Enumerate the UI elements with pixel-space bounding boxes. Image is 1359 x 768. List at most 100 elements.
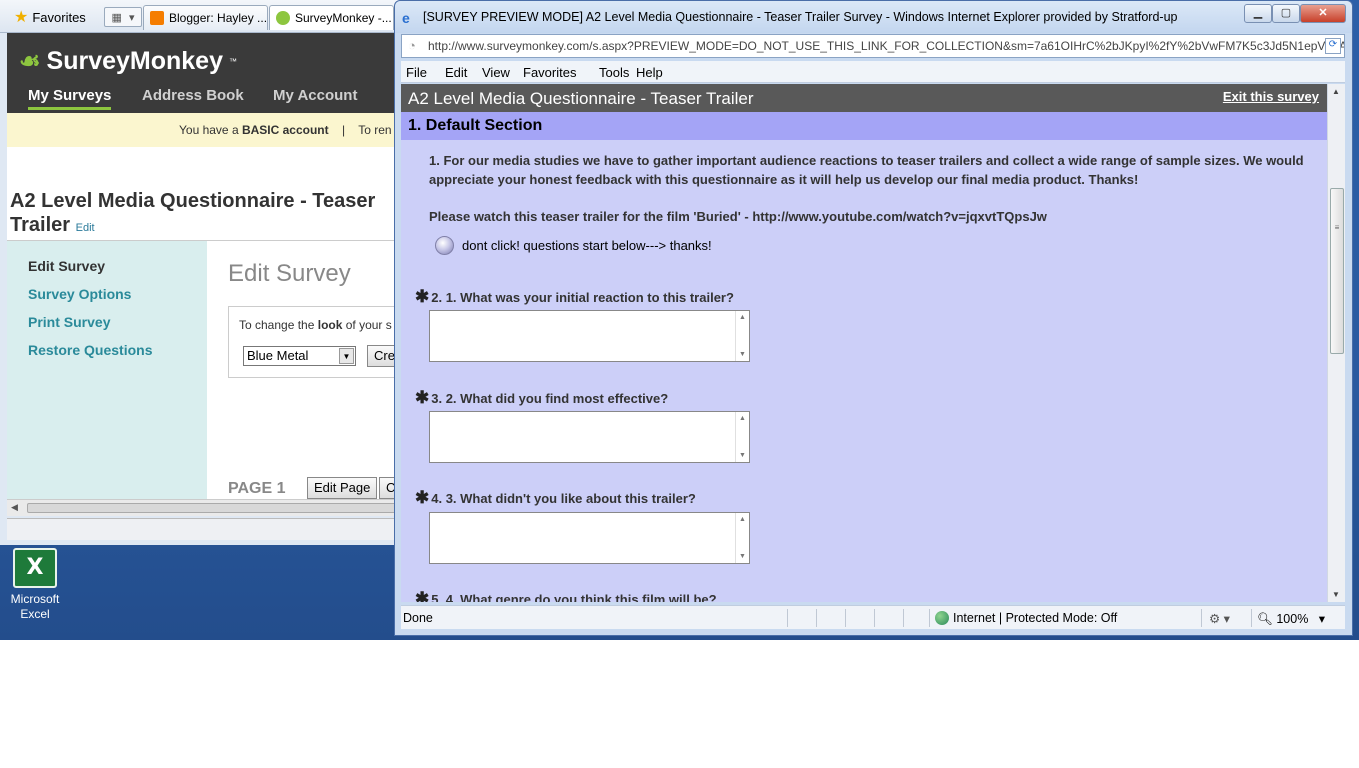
tab-blogger[interactable]: Blogger: Hayley ... (143, 5, 268, 30)
scroll-left-icon[interactable]: ◀ (11, 502, 18, 513)
trailer-instructions: Please watch this teaser trailer for the… (429, 209, 1047, 224)
address-bar[interactable]: ◔ http://www.surveymonkey.com/s.aspx?PRE… (401, 34, 1345, 58)
menu-tools[interactable]: Tools (599, 65, 629, 80)
answer-textarea-q3[interactable]: ▲ ▼ (429, 411, 750, 463)
divider (787, 609, 788, 627)
tab-surveymonkey[interactable]: SurveyMonkey -... (269, 5, 394, 30)
scroll-down-icon[interactable]: ▼ (1332, 590, 1340, 599)
sidebar-item-print-survey[interactable]: Print Survey (28, 314, 110, 330)
page-label: PAGE 1 (228, 480, 286, 497)
menu-edit[interactable]: Edit (445, 65, 467, 80)
divider (845, 609, 846, 627)
theme-value: Blue Metal (247, 348, 309, 363)
account-notice: You have a BASIC account | To ren (7, 113, 400, 147)
zoom-control[interactable]: 🔍︎ 100% ▾ (1257, 611, 1325, 627)
textarea-scrollbar[interactable]: ▲ ▼ (735, 513, 749, 563)
globe-icon (935, 611, 949, 625)
ie-window[interactable]: e [SURVEY PREVIEW MODE] A2 Level Media Q… (394, 0, 1353, 636)
menu-file[interactable]: File (406, 65, 427, 80)
nav-address-book[interactable]: Address Book (142, 87, 244, 104)
minimize-button[interactable]: ▁ (1244, 4, 1272, 23)
maximize-button[interactable]: ▢ (1272, 4, 1300, 23)
survey-page-title: A2 Level Media Questionnaire - Teaser Tr… (408, 89, 754, 108)
edit-page-button[interactable]: Edit Page (307, 477, 378, 499)
answer-textarea-q4[interactable]: ▲ ▼ (429, 512, 750, 564)
scroll-up-icon[interactable]: ▲ (739, 516, 746, 523)
security-zone[interactable]: Internet | Protected Mode: Off (935, 611, 1117, 625)
survey-editor: A2 Level Media Questionnaire - Teaser Tr… (7, 147, 408, 499)
radio-label: dont click! questions start below---> th… (462, 238, 712, 253)
menu-view[interactable]: View (482, 65, 510, 80)
section-title: 1. Default Section (408, 117, 543, 134)
background-browser-window[interactable]: ★ Favorites ▦ ▾ Blogger: Hayley ... Surv… (0, 0, 408, 545)
divider (1251, 609, 1252, 627)
scroll-up-icon[interactable]: ▲ (739, 314, 746, 321)
textarea-scrollbar[interactable]: ▲ ▼ (735, 311, 749, 361)
background-status-bar (7, 518, 400, 540)
menu-help[interactable]: Help (636, 65, 663, 80)
scroll-up-icon[interactable]: ▲ (739, 415, 746, 422)
theme-text-bold: look (317, 318, 343, 332)
menu-favorites[interactable]: Favorites (523, 65, 576, 80)
surveymonkey-logo[interactable]: ☙ SurveyMonkey ™ (19, 47, 237, 76)
close-button[interactable]: ✕ (1300, 4, 1346, 23)
rss-icon[interactable]: ⟳ (1325, 38, 1341, 54)
zone-text: Internet | Protected Mode: Off (953, 611, 1118, 625)
monkey-logo-icon: ☙ (19, 48, 41, 75)
logo-tm: ™ (228, 57, 237, 66)
textarea-scrollbar[interactable]: ▲ ▼ (735, 412, 749, 462)
scroll-down-icon[interactable]: ▼ (739, 553, 746, 560)
vertical-scrollbar[interactable]: ▲ ≡ ▼ (1327, 84, 1345, 602)
question-text: 5. 4. What genre do you think this film … (431, 592, 717, 602)
divider (874, 609, 875, 627)
survey-title: A2 Level Media Questionnaire - Teaser Tr… (10, 189, 395, 240)
desktop-icon-excel[interactable]: X Microsoft Excel (6, 548, 64, 622)
theme-select[interactable]: Blue Metal ▼ (243, 346, 356, 366)
status-text: Done (403, 611, 433, 625)
address-url: http://www.surveymonkey.com/s.aspx?PREVI… (428, 39, 1345, 53)
account-type: BASIC account (241, 123, 329, 137)
required-asterisk-icon: ✱ (415, 287, 430, 306)
survey-preview: A2 Level Media Questionnaire - Teaser Tr… (401, 84, 1327, 602)
survey-header: A2 Level Media Questionnaire - Teaser Tr… (401, 84, 1327, 112)
required-asterisk-icon: ✱ (415, 589, 430, 602)
answer-textarea-q2[interactable]: ▲ ▼ (429, 310, 750, 362)
tab-label: Blogger: Hayley ... (169, 11, 268, 25)
chevron-down-icon: ▾ (128, 11, 135, 24)
browser-tab-bar: ★ Favorites ▦ ▾ Blogger: Hayley ... Surv… (0, 0, 400, 33)
divider (929, 609, 930, 627)
divider (1201, 609, 1202, 627)
scrollbar-thumb[interactable] (27, 503, 402, 513)
quick-tabs-button[interactable]: ▦ ▾ (104, 7, 142, 27)
divider (816, 609, 817, 627)
window-title-bar[interactable]: e [SURVEY PREVIEW MODE] A2 Level Media Q… (395, 1, 1352, 33)
nav-my-account[interactable]: My Account (273, 87, 357, 104)
edit-title-link[interactable]: Edit (76, 222, 95, 234)
question-text: 4. 3. What didn't you like about this tr… (431, 491, 696, 506)
sidebar-item-restore-questions[interactable]: Restore Questions (28, 342, 152, 358)
star-icon: ★ (14, 9, 29, 26)
account-notice-link[interactable]: To ren (358, 123, 391, 137)
scrollbar-thumb[interactable]: ≡ (1330, 188, 1344, 354)
desktop-icon-label: Microsoft Excel (10, 592, 60, 621)
surveymonkey-header: ☙ SurveyMonkey ™ My Surveys Address Book … (7, 33, 400, 113)
theme-text-rest: of your s (342, 318, 392, 332)
magnifier-icon: 🔍︎ (1257, 612, 1273, 626)
nav-my-surveys[interactable]: My Surveys (28, 87, 112, 110)
scroll-down-icon[interactable]: ▼ (739, 351, 746, 358)
surveymonkey-icon (276, 11, 290, 25)
scroll-up-icon[interactable]: ▲ (1332, 87, 1340, 96)
required-asterisk-icon: ✱ (415, 488, 430, 507)
radio-button[interactable] (435, 236, 454, 255)
sidebar-item-edit-survey[interactable]: Edit Survey (28, 258, 105, 274)
scroll-down-icon[interactable]: ▼ (739, 452, 746, 459)
survey-title-text: A2 Level Media Questionnaire - Teaser Tr… (10, 190, 376, 236)
sidebar-item-survey-options[interactable]: Survey Options (28, 286, 131, 302)
favorites-button[interactable]: ★ Favorites (14, 7, 86, 27)
protected-mode-icon[interactable]: ⚙ ▾ (1209, 611, 1230, 626)
theme-text: To change the (239, 318, 318, 332)
horizontal-scrollbar[interactable]: ◀ (7, 499, 402, 516)
question-4: ✱ 4. 3. What didn't you like about this t… (415, 488, 696, 508)
exit-survey-link[interactable]: Exit this survey (1223, 89, 1319, 104)
question-text: 2. 1. What was your initial reaction to … (431, 290, 734, 305)
